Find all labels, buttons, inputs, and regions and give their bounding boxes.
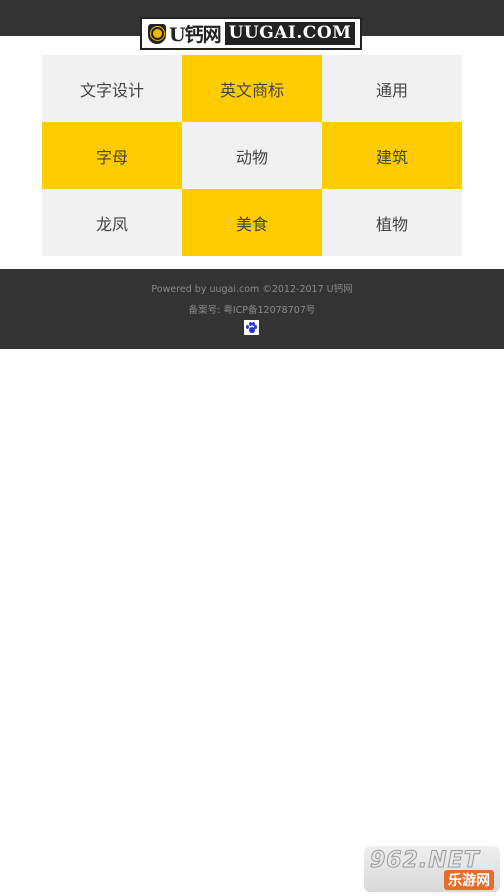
- category-general[interactable]: 通用: [322, 55, 462, 122]
- category-text-design[interactable]: 文字设计: [42, 55, 182, 122]
- baidu-paw-icon[interactable]: [244, 320, 259, 335]
- footer-icp-record[interactable]: 备案号: 粤ICP备12078707号: [0, 302, 504, 316]
- logo-badge-icon: [148, 23, 166, 44]
- category-plants[interactable]: 植物: [322, 189, 462, 256]
- category-english-trademark[interactable]: 英文商标: [182, 55, 322, 122]
- category-dragon-phoenix[interactable]: 龙凤: [42, 189, 182, 256]
- site-logo[interactable]: U钙网 UUGAI.COM: [140, 17, 362, 50]
- logo-chinese-text: U钙网: [169, 24, 222, 46]
- footer: Powered by uugai.com ©2012-2017 U钙网 备案号:…: [0, 269, 504, 349]
- watermark-logo: 962.NET 乐游网: [364, 846, 500, 892]
- category-letters[interactable]: 字母: [42, 122, 182, 189]
- category-architecture[interactable]: 建筑: [322, 122, 462, 189]
- footer-powered-by: Powered by uugai.com ©2012-2017 U钙网: [151, 284, 353, 295]
- category-food[interactable]: 美食: [182, 189, 322, 256]
- watermark-subtext: 乐游网: [444, 870, 494, 890]
- category-grid: 文字设计 英文商标 通用 字母 动物 建筑 龙凤 美食 植物: [42, 55, 462, 256]
- logo-english-text: UUGAI.COM: [224, 22, 356, 45]
- category-animals[interactable]: 动物: [182, 122, 322, 189]
